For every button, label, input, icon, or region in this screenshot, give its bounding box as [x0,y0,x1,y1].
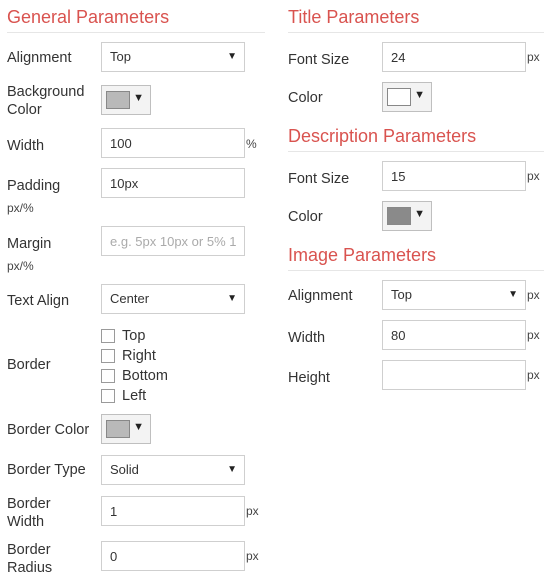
description-color-swatch [387,207,411,225]
checkbox-icon[interactable] [101,389,115,403]
image-width-input[interactable] [382,320,526,350]
image-parameters-title: Image Parameters [288,244,544,271]
checkbox-icon[interactable] [101,369,115,383]
border-width-input[interactable] [101,496,245,526]
alignment-select-value: Top [110,49,131,64]
description-color-label: Color [288,209,323,225]
image-alignment-label: Alignment [288,288,353,304]
title-parameters-title: Title Parameters [288,6,544,33]
image-height-input[interactable] [382,360,526,390]
description-font-size-input[interactable] [382,161,526,191]
image-height-label: Height [288,370,330,386]
description-color-picker[interactable]: ▼ [382,201,432,231]
general-parameters-title: General Parameters [7,6,265,33]
image-alignment-select[interactable]: Top ▼ [382,280,526,310]
description-parameters-title: Description Parameters [288,125,544,152]
image-width-unit: px [527,328,540,342]
caret-down-icon: ▼ [227,464,237,475]
padding-sublabel: px/% [7,201,34,215]
border-type-label: Border Type [7,462,86,478]
title-color-swatch [387,88,411,106]
margin-input[interactable] [101,226,245,256]
title-font-size-label: Font Size [288,52,350,68]
padding-input[interactable] [101,168,245,198]
title-font-size-input[interactable] [382,42,526,72]
border-radius-unit: px [246,549,259,563]
border-color-picker[interactable]: ▼ [101,414,151,444]
title-color-label: Color [288,90,323,106]
caret-down-icon: ▼ [508,289,518,300]
image-alignment-select-value: Top [391,287,412,302]
caret-down-icon: ▼ [227,51,237,62]
margin-sublabel: px/% [7,259,34,273]
padding-label: Padding [7,178,61,194]
border-color-swatch [106,420,130,438]
checkbox-icon[interactable] [101,329,115,343]
width-label: Width [7,138,45,154]
alignment-select[interactable]: Top ▼ [101,42,245,72]
description-font-size-label: Font Size [288,171,350,187]
border-top-label: Top [122,328,146,344]
border-width-unit: px [246,504,259,518]
image-width-label: Width [288,330,326,346]
border-right-label: Right [122,348,156,364]
caret-down-icon: ▼ [414,89,425,101]
background-color-picker[interactable]: ▼ [101,85,151,115]
background-color-swatch [106,91,130,109]
background-color-label: Background Color [7,84,85,118]
checkbox-icon[interactable] [101,349,115,363]
description-font-size-unit: px [527,169,540,183]
border-width-label: Border Width [7,496,51,530]
border-left-label: Left [122,388,147,404]
border-type-select-value: Solid [110,462,139,477]
border-color-label: Border Color [7,422,90,438]
border-radius-input[interactable] [101,541,245,571]
width-unit: % [246,137,257,151]
caret-down-icon: ▼ [227,293,237,304]
image-height-unit: px [527,368,540,382]
image-alignment-unit: px [527,288,540,302]
caret-down-icon: ▼ [133,92,144,104]
text-align-select-value: Center [110,291,150,306]
caret-down-icon: ▼ [133,421,144,433]
caret-down-icon: ▼ [414,208,425,220]
text-align-label: Text Align [7,293,70,309]
border-label: Border [7,357,51,373]
margin-label: Margin [7,236,52,252]
title-color-picker[interactable]: ▼ [382,82,432,112]
border-type-select[interactable]: Solid ▼ [101,455,245,485]
text-align-select[interactable]: Center ▼ [101,284,245,314]
border-radius-label: Border Radius [7,542,53,576]
width-input[interactable] [101,128,245,158]
title-font-size-unit: px [527,50,540,64]
alignment-label: Alignment [7,50,72,66]
border-bottom-label: Bottom [122,368,168,384]
